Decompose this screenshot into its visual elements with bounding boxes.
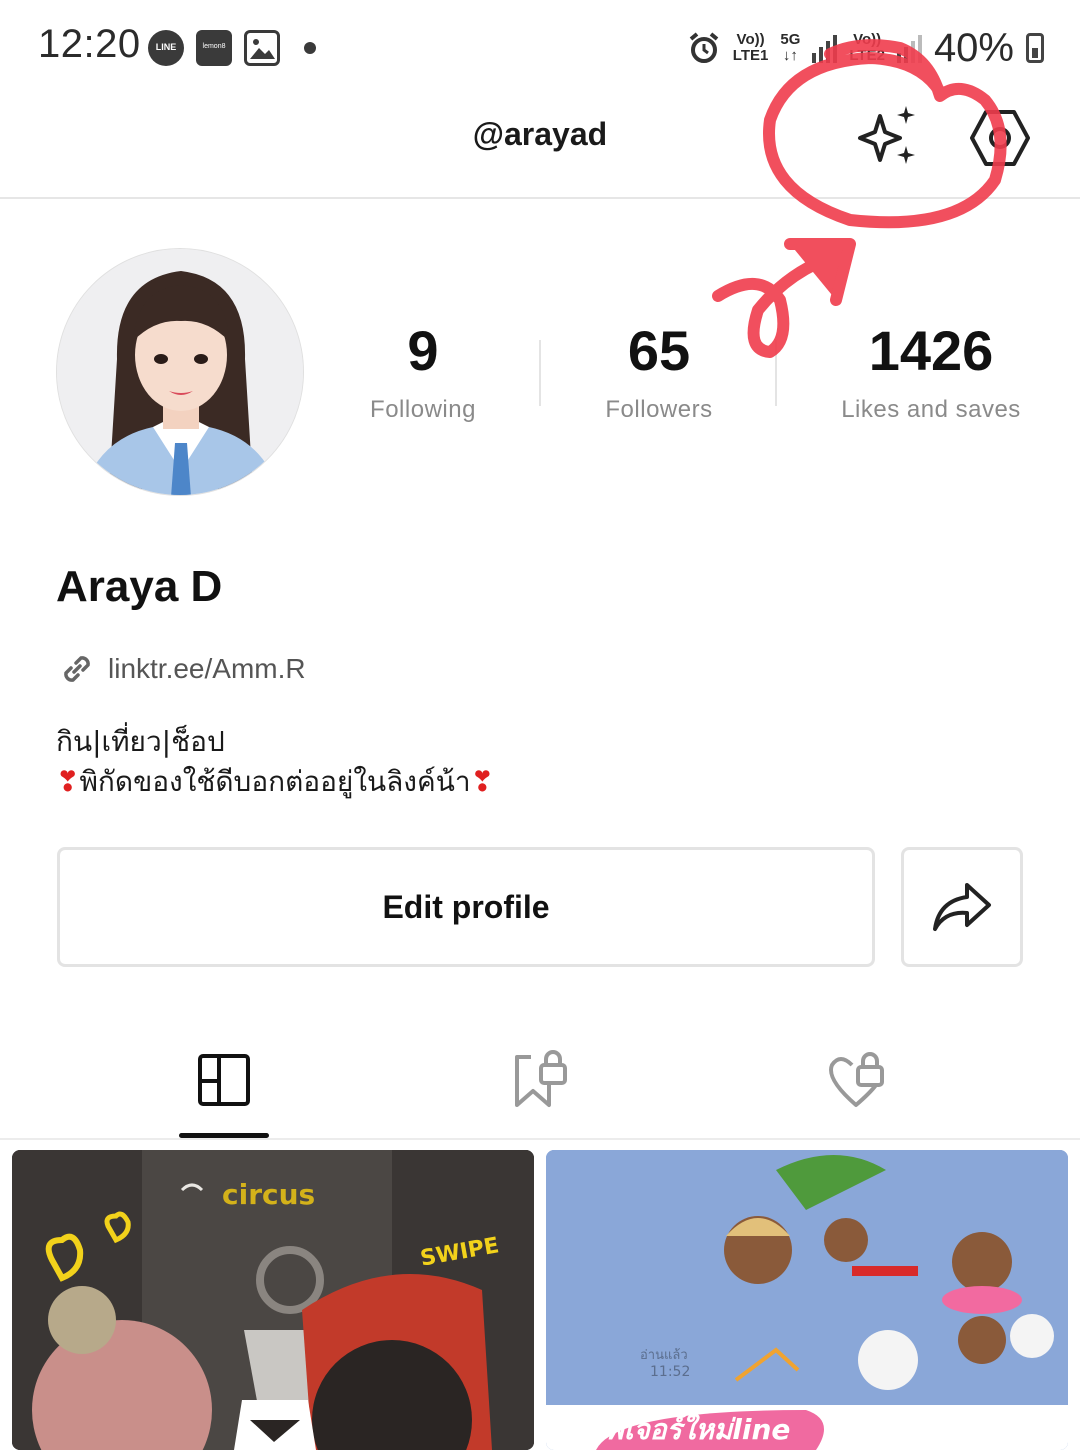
edit-profile-label: Edit profile: [382, 888, 550, 925]
tab-posts[interactable]: [179, 1040, 269, 1120]
sparkle-icon[interactable]: [854, 104, 920, 170]
annotation-arrow: [712, 248, 846, 358]
bio: กิน|เที่ยว|ช็อป ❣พิกัดของใช้ดีบอกต่ออยู่…: [56, 722, 494, 802]
stat-divider: [539, 340, 541, 406]
bio-line-2-row: ❣พิกัดของใช้ดีบอกต่ออยู่ในลิงค์น้า❣: [56, 762, 494, 802]
stat-followers[interactable]: 65 Followers: [588, 318, 730, 424]
likes-saves-label: Likes and saves: [841, 396, 1021, 423]
stat-divider: [775, 340, 777, 406]
tabs-divider: [0, 1138, 1080, 1140]
link-icon: [64, 656, 90, 682]
share-arrow-icon: [933, 883, 991, 931]
bio-line-2: พิกัดของใช้ดีบอกต่ออยู่ในลิงค์น้า: [79, 765, 471, 798]
battery-percent: 40%: [933, 25, 1014, 70]
post-2-banner: ฟีเจอร์ใหม่line: [604, 1413, 791, 1446]
edit-profile-button[interactable]: Edit profile: [57, 847, 875, 967]
network-top: 5G: [780, 31, 801, 48]
grid-layout-icon: [198, 1054, 250, 1106]
followers-count: 65: [627, 319, 691, 382]
bookmark-lock-icon: [515, 1050, 567, 1107]
lemon-icon-label: lemon8: [202, 43, 226, 50]
heart-exclamation-icon: ❣: [56, 765, 80, 798]
bio-line-1: กิน|เที่ยว|ช็อป: [56, 725, 225, 758]
profile-link[interactable]: linktr.ee/Amm.R: [58, 650, 306, 688]
sim1-indicator: Vo)) LTE1: [733, 32, 769, 64]
battery-icon: [1026, 33, 1044, 63]
post-thumbnail[interactable]: อ่านแล้ว 11:52 ฟีเจอร์ใหม่line: [546, 1150, 1068, 1450]
annotation-arrow-head: [784, 238, 856, 306]
post-1-text: circus: [222, 1178, 316, 1211]
signal-2-icon: [896, 33, 922, 63]
heart-exclamation-icon: ❣: [470, 765, 495, 798]
followers-label: Followers: [605, 396, 713, 423]
status-right: Vo)) LTE1 5G ↓↑ Vo)) LTE2 40%: [687, 26, 1044, 70]
network-bottom: ↓↑: [782, 47, 798, 64]
stat-likes-saves[interactable]: 1426 Likes and saves: [826, 318, 1036, 424]
network-indicator: 5G ↓↑: [780, 32, 800, 64]
tab-saved[interactable]: [496, 1040, 586, 1120]
read-receipt-time: 11:52: [650, 1364, 691, 1380]
line-icon-label: LINE: [155, 42, 177, 52]
line-app-icon: LINE: [148, 30, 184, 66]
settings-icon[interactable]: [968, 108, 1032, 168]
share-profile-button[interactable]: [901, 847, 1023, 967]
sim2-bottom: LTE2: [849, 47, 885, 64]
avatar[interactable]: [56, 248, 304, 496]
signal-1-icon: [812, 33, 838, 63]
display-name: Araya D: [56, 562, 223, 611]
stat-following[interactable]: 9 Following: [358, 318, 488, 424]
sim1-bottom: LTE1: [732, 47, 769, 64]
likes-saves-count: 1426: [868, 319, 994, 382]
following-count: 9: [407, 319, 439, 382]
sim2-top: Vo)): [853, 31, 882, 48]
status-time: 12:20: [38, 22, 141, 66]
sim1-top: Vo)): [736, 31, 765, 48]
alarm-icon: [689, 32, 719, 63]
link-text: linktr.ee/Amm.R: [108, 653, 306, 684]
heart-lock-icon: [829, 1052, 884, 1107]
header-divider: [0, 197, 1080, 199]
sim2-indicator: Vo)) LTE2: [849, 32, 885, 64]
more-dot-icon: [304, 42, 316, 54]
read-receipt-text: อ่านแล้ว: [640, 1348, 688, 1363]
tab-liked[interactable]: [812, 1040, 902, 1120]
following-label: Following: [370, 396, 476, 423]
post-thumbnail[interactable]: circus SWIPE: [12, 1150, 534, 1450]
lemon8-app-icon: lemon8: [196, 30, 232, 66]
gallery-icon: [244, 30, 280, 66]
